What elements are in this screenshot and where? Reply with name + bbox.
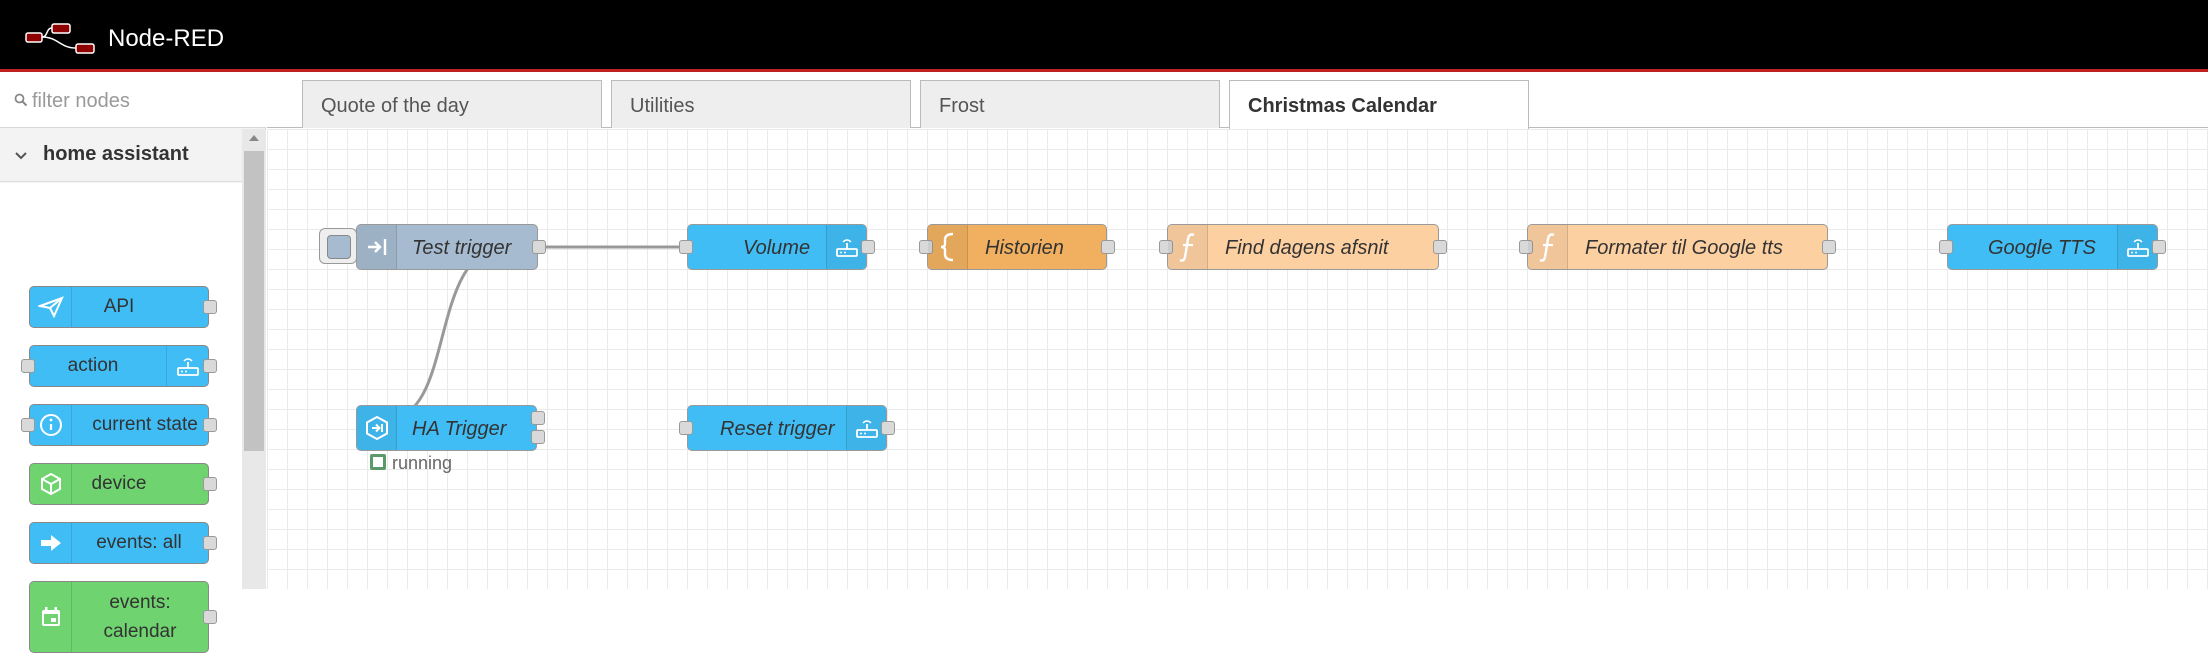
tab-christmas-calendar[interactable]: Christmas Calendar bbox=[1229, 80, 1529, 129]
input-port[interactable] bbox=[679, 240, 693, 254]
header-bar: Node-RED bbox=[0, 0, 2208, 72]
palette-node-label: events: all bbox=[96, 532, 182, 553]
output-port[interactable] bbox=[1433, 240, 1447, 254]
inject-button[interactable] bbox=[319, 228, 357, 264]
palette-node-action[interactable]: action bbox=[21, 345, 217, 387]
status-text: running bbox=[392, 453, 453, 473]
info-icon bbox=[30, 405, 72, 445]
flow-node-label: Volume bbox=[743, 237, 811, 259]
app-title: Node-RED bbox=[108, 25, 225, 52]
output-port[interactable] bbox=[531, 411, 545, 425]
output-port bbox=[203, 536, 217, 550]
palette-node-label: API bbox=[103, 296, 135, 317]
output-port[interactable] bbox=[881, 421, 895, 435]
input-port[interactable] bbox=[1939, 240, 1953, 254]
hexagon-enter-icon bbox=[357, 406, 397, 450]
output-port bbox=[203, 610, 217, 624]
output-port bbox=[203, 418, 217, 432]
output-port[interactable] bbox=[532, 240, 546, 254]
status-indicator bbox=[370, 454, 386, 470]
node-palette: home assistant API action bbox=[0, 75, 266, 653]
flow-wires bbox=[386, 245, 1447, 440]
flow-node-historien[interactable]: Historien bbox=[919, 224, 1115, 270]
output-port bbox=[203, 477, 217, 491]
function-icon bbox=[1168, 225, 1208, 269]
flow-node-label: Reset trigger bbox=[720, 418, 835, 440]
flow-node-ha-trigger[interactable]: HA Trigger bbox=[356, 405, 545, 451]
node-red-logo-icon bbox=[25, 23, 95, 54]
palette-node-label: current state bbox=[92, 414, 198, 435]
palette-node-device[interactable]: device bbox=[29, 463, 217, 505]
flow-node-formater-til-google-tts[interactable]: Formater til Google tts bbox=[1519, 224, 1836, 270]
template-brace-icon bbox=[928, 225, 968, 269]
palette-node-current-state[interactable]: current state bbox=[21, 404, 217, 446]
tab-utilities[interactable]: Utilities bbox=[611, 80, 911, 128]
flow-workspace[interactable]: Test trigger Volume Historien Find dagen… bbox=[267, 129, 2208, 589]
palette-scrollbar[interactable] bbox=[242, 129, 266, 589]
arrow-right-icon bbox=[30, 523, 72, 563]
palette-node-events-all[interactable]: events: all bbox=[29, 522, 217, 564]
palette-node-api[interactable]: API bbox=[29, 286, 217, 328]
function-icon bbox=[1528, 225, 1568, 269]
flow-node-test-trigger[interactable]: Test trigger bbox=[356, 224, 546, 270]
palette-node-label: action bbox=[67, 355, 119, 376]
flow-node-volume[interactable]: Volume bbox=[679, 224, 875, 270]
flow-node-find-dagens-afsnit[interactable]: Find dagens afsnit bbox=[1159, 224, 1447, 270]
inject-button-face bbox=[327, 235, 351, 259]
flow-node-reset-trigger[interactable]: Reset trigger bbox=[679, 405, 895, 451]
cube-icon bbox=[30, 464, 72, 504]
flow-node-label: HA Trigger bbox=[412, 418, 507, 440]
router-icon bbox=[2117, 225, 2157, 269]
wire bbox=[386, 245, 508, 421]
category-label: home assistant bbox=[43, 143, 189, 165]
inject-arrow-icon bbox=[357, 225, 397, 269]
palette-node-label: events: calendar bbox=[103, 592, 177, 642]
router-icon bbox=[826, 225, 866, 269]
filter-nodes-input[interactable] bbox=[32, 85, 252, 117]
flow-node-label: Historien bbox=[985, 237, 1064, 259]
flow-node-label: Formater til Google tts bbox=[1585, 237, 1783, 259]
flow-node-label: Test trigger bbox=[412, 237, 512, 259]
paper-plane-icon bbox=[30, 287, 72, 327]
output-port[interactable] bbox=[861, 240, 875, 254]
palette-node-list: API action current state device events: … bbox=[0, 183, 242, 653]
output-port[interactable] bbox=[531, 430, 545, 444]
chevron-down-icon bbox=[15, 152, 27, 160]
router-icon bbox=[846, 406, 886, 450]
scroll-up-icon[interactable] bbox=[248, 133, 260, 143]
output-port[interactable] bbox=[1101, 240, 1115, 254]
palette-node-label: device bbox=[91, 473, 147, 494]
output-port[interactable] bbox=[2152, 240, 2166, 254]
router-icon bbox=[166, 346, 208, 386]
flow-node-label: Find dagens afsnit bbox=[1225, 237, 1389, 259]
flow-node-google-tts[interactable]: Google TTS bbox=[1939, 224, 2166, 270]
output-port[interactable] bbox=[1822, 240, 1836, 254]
palette-node-events-calendar[interactable]: events: calendar bbox=[29, 581, 217, 653]
input-port[interactable] bbox=[679, 421, 693, 435]
workspace-tabs: Quote of the day Utilities Frost Christm… bbox=[267, 75, 2208, 129]
input-port bbox=[21, 359, 35, 373]
scrollbar-thumb[interactable] bbox=[244, 151, 264, 451]
tab-frost[interactable]: Frost bbox=[920, 80, 1220, 128]
calendar-icon bbox=[30, 582, 72, 652]
flow-node-label: Google TTS bbox=[1988, 237, 2096, 259]
search-icon bbox=[14, 93, 28, 107]
output-port bbox=[203, 300, 217, 314]
tab-quote-of-the-day[interactable]: Quote of the day bbox=[302, 80, 602, 128]
filter-box bbox=[0, 75, 266, 128]
